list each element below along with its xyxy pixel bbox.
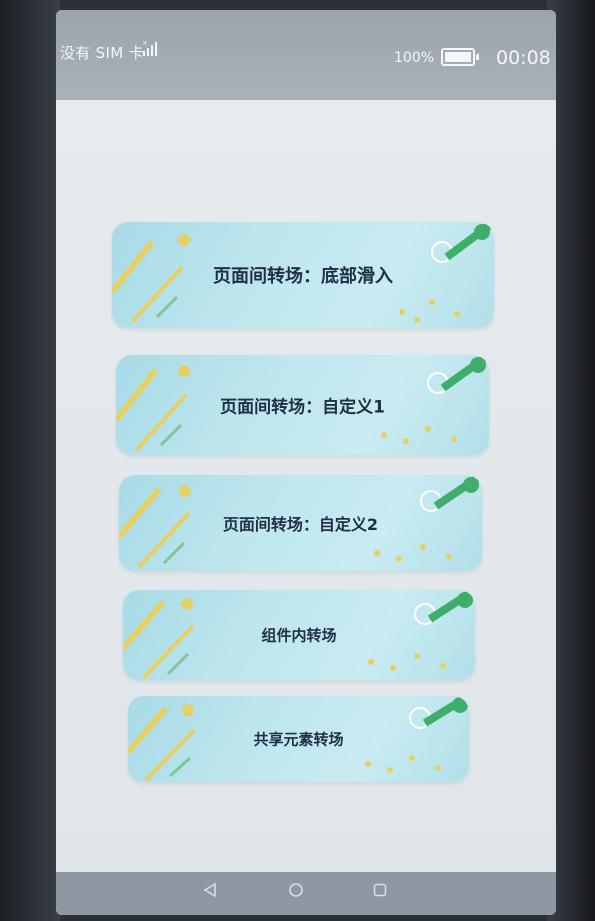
button-label: 页面间转场：底部滑入 xyxy=(213,266,393,287)
circle-home-icon[interactable] xyxy=(288,882,304,898)
button-label: 共享元素转场 xyxy=(253,730,344,749)
battery-icon xyxy=(441,48,479,66)
button-shared-element-transition[interactable]: 共享元素转场 xyxy=(128,696,469,782)
square-recents-icon[interactable] xyxy=(372,882,388,898)
button-label: 组件内转场 xyxy=(261,626,337,645)
battery-percent: 100% xyxy=(394,50,435,66)
status-bar: 没有 SIM 卡 × 100% 00:08 xyxy=(56,10,556,100)
device-frame-left xyxy=(0,0,60,921)
button-page-transition-custom-2[interactable]: 页面间转场：自定义2 xyxy=(119,475,482,571)
signal-icon: × xyxy=(142,39,157,56)
triangle-back-icon[interactable] xyxy=(202,882,218,898)
carrier-text: 没有 SIM 卡 xyxy=(60,44,144,62)
navigation-bar xyxy=(56,872,556,915)
svg-text:×: × xyxy=(142,39,148,47)
button-page-transition-slide-bottom[interactable]: 页面间转场：底部滑入 xyxy=(112,222,494,328)
clock: 00:08 xyxy=(496,47,551,69)
phone-screen: 没有 SIM 卡 × 100% 00:08 页面间转场：底部滑入 页面间转场：自… xyxy=(56,10,556,915)
button-component-transition[interactable]: 组件内转场 xyxy=(123,590,475,680)
button-label: 页面间转场：自定义1 xyxy=(220,397,385,418)
button-page-transition-custom-1[interactable]: 页面间转场：自定义1 xyxy=(116,355,489,455)
button-label: 页面间转场：自定义2 xyxy=(222,515,379,534)
transition-menu: 页面间转场：底部滑入 页面间转场：自定义1 页面间转场：自定义2 组件内转场 共… xyxy=(56,100,556,880)
